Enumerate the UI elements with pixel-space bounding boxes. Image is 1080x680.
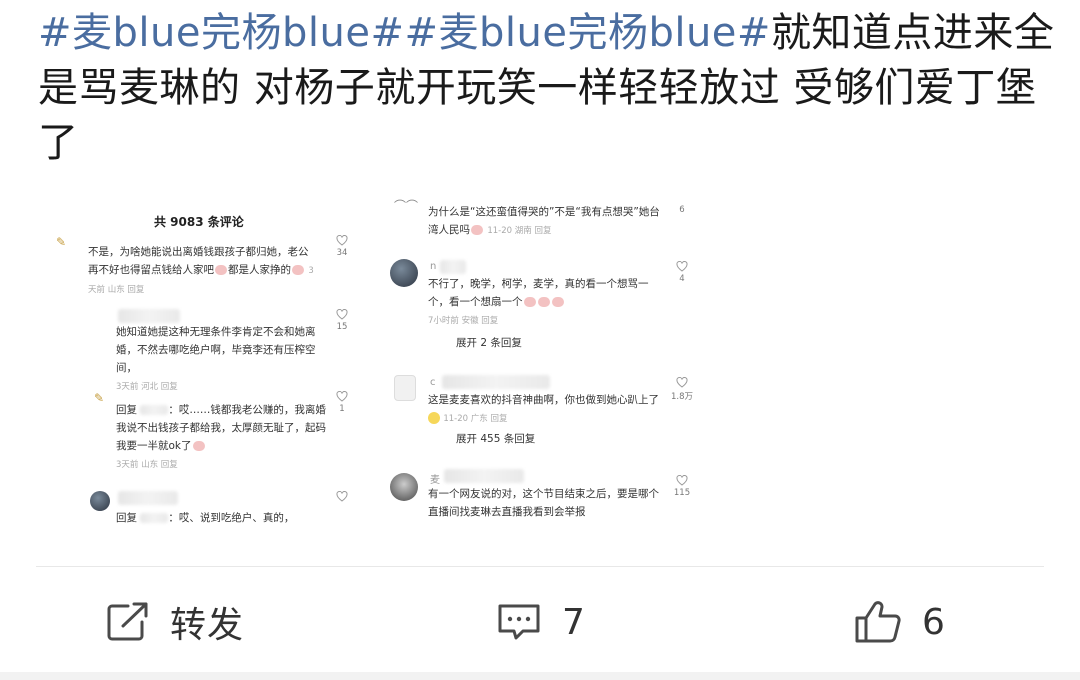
list-item: ✎ 不是，为啥她能说出离婚钱跟孩子都归她，老公再不好也得留点钱给人家吧 都是人家挣…: [36, 235, 356, 305]
like-button[interactable]: 4: [662, 261, 702, 284]
heart-outline-icon: [676, 475, 688, 486]
repost-label: 转发: [170, 605, 245, 646]
comment-panel-left: 共 9083 条评论 ✎ 不是，为啥她能说出离婚钱跟孩子都归她，老公再不好也得留…: [36, 195, 356, 535]
avatar-sketch-icon: ⌒⌒: [394, 199, 419, 213]
emoji-icon: [192, 441, 205, 451]
heart-outline-icon: [336, 309, 348, 320]
like-button[interactable]: [322, 491, 356, 502]
like-count: 6: [679, 205, 685, 215]
heart-outline-icon: [336, 491, 348, 502]
blurred-username: [444, 469, 524, 483]
heart-outline-icon: [336, 391, 348, 402]
like-button[interactable]: 115: [662, 475, 702, 498]
list-item: 她知道她提这种无理条件李肯定不会和她离婚，不然去哪吃绝户啊，毕竟李还有压榨空间，…: [36, 307, 356, 392]
comment-count-title: 共 9083 条评论: [154, 215, 244, 229]
emoji-icon: [292, 265, 304, 275]
comment-meta: 7小时前 安徽 回复: [428, 316, 499, 326]
comment-text: 回复 ：哎、说到吃绝户、真的，: [116, 512, 295, 524]
like-count: 115: [673, 488, 691, 498]
comment-username[interactable]: 麦: [430, 471, 440, 486]
comment-text: 不行了，晚学，柯学，麦学，真的看一个想骂一个，看一个想扇一个 7小时前 安徽 回…: [428, 278, 649, 326]
emoji-icon: [215, 265, 227, 275]
comment-username[interactable]: c: [430, 377, 436, 389]
list-item: ⌒⌒ 为什么是“这还蛮值得哭的”不是“我有点想哭”她台湾人民吗 11-20 湖南…: [388, 195, 716, 247]
like-button[interactable]: 1.8万: [662, 377, 702, 402]
like-count: 4: [679, 274, 685, 284]
blurred-username: [440, 260, 466, 274]
blurred-username: [118, 309, 180, 323]
list-item: c 这是麦麦喜欢的抖音神曲啊，你也做到她心趴上了 11-20 广东 回复 1.8…: [388, 373, 716, 453]
comment-text: 她知道她提这种无理条件李肯定不会和她离婚，不然去哪吃绝户啊，毕竟李还有压榨空间，…: [116, 326, 316, 392]
heart-outline-icon: [676, 377, 688, 388]
comment-username[interactable]: n: [430, 261, 436, 273]
comment-text: 这是麦麦喜欢的抖音神曲啊，你也做到她心趴上了 11-20 广东 回复: [428, 394, 659, 424]
action-bar-divider: [36, 566, 1044, 567]
like-button[interactable]: 34: [322, 235, 356, 258]
comment-button[interactable]: 7: [496, 597, 586, 647]
blurred-username: [118, 491, 178, 505]
emoji-icon: [471, 225, 483, 235]
avatar[interactable]: [390, 473, 418, 501]
feather-icon: ✎: [94, 391, 105, 405]
expand-replies-button[interactable]: 展开 455 条回复: [456, 431, 535, 446]
comment-meta: 11-20 广东 回复: [443, 414, 508, 424]
list-item: n 不行了，晚学，柯学，麦学，真的看一个想骂一个，看一个想扇一个 7小时前 安徽…: [388, 257, 716, 353]
comment-count: 7: [562, 601, 586, 643]
like-button[interactable]: 15: [322, 309, 356, 332]
like-count: 1: [339, 404, 345, 414]
hashtag-link[interactable]: #麦blue完杨blue#: [404, 10, 770, 56]
avatar[interactable]: [90, 491, 110, 511]
expand-replies-button[interactable]: 展开 2 条回复: [456, 335, 522, 350]
like-post-button[interactable]: 6: [854, 597, 946, 647]
list-item: 回复 ：哎、说到吃绝户、真的，: [36, 489, 356, 535]
avatar[interactable]: [390, 259, 418, 287]
comment-text: 不是，为啥她能说出离婚钱跟孩子都归她，老公再不好也得留点钱给人家吧 都是人家挣的 …: [88, 246, 314, 295]
like-button[interactable]: 6: [662, 203, 702, 215]
comment-text: 回复 ：哎……钱都我老公赚的，我离婚我说不出钱孩子都给我，太厚颜无耻了，起码我要…: [116, 404, 326, 470]
list-item: 麦 有一个网友说的对，这个节目结束之后，要是哪个直播间找麦琳去直播我看到会举报 …: [388, 469, 716, 535]
comment-bubble-icon: [498, 604, 540, 640]
heart-outline-icon: [336, 235, 348, 246]
list-item: ✎ 回复 ：哎……钱都我老公赚的，我离婚我说不出钱孩子都给我，太厚颜无耻了，起码…: [36, 391, 356, 481]
comment-text: 为什么是“这还蛮值得哭的”不是“我有点想哭”她台湾人民吗 11-20 湖南 回复: [428, 206, 660, 236]
post-text: #麦blue完杨blue##麦blue完杨blue#就知道点进来全是骂麦琳的 对…: [38, 6, 1058, 171]
blurred-username: [442, 375, 550, 389]
comment-text: 有一个网友说的对，这个节目结束之后，要是哪个直播间找麦琳去直播我看到会举报: [428, 488, 659, 518]
like-button[interactable]: 1: [322, 391, 356, 414]
hashtag-link[interactable]: #麦blue完杨blue#: [38, 10, 404, 56]
share-square-icon: [107, 602, 148, 641]
avatar[interactable]: [394, 375, 416, 401]
like-count: 15: [336, 322, 348, 332]
feather-icon: ✎: [56, 235, 67, 249]
thumbs-up-icon: [855, 601, 901, 643]
comment-panel-right: ⌒⌒ 为什么是“这还蛮值得哭的”不是“我有点想哭”她台湾人民吗 11-20 湖南…: [388, 195, 716, 535]
comment-meta: 11-20 湖南 回复: [487, 226, 552, 236]
repost-button[interactable]: 转发: [106, 597, 244, 647]
comment-meta: 3天前 山东 回复: [116, 460, 178, 470]
heart-outline-icon: [676, 261, 688, 272]
like-count-total: 6: [922, 601, 946, 643]
bottom-separator: [0, 672, 1080, 680]
emoji-icon: [428, 412, 440, 424]
embedded-screenshot[interactable]: 共 9083 条评论 ✎ 不是，为啥她能说出离婚钱跟孩子都归她，老公再不好也得留…: [36, 195, 716, 535]
like-count: 34: [336, 248, 348, 258]
like-count: 1.8万: [670, 392, 694, 402]
